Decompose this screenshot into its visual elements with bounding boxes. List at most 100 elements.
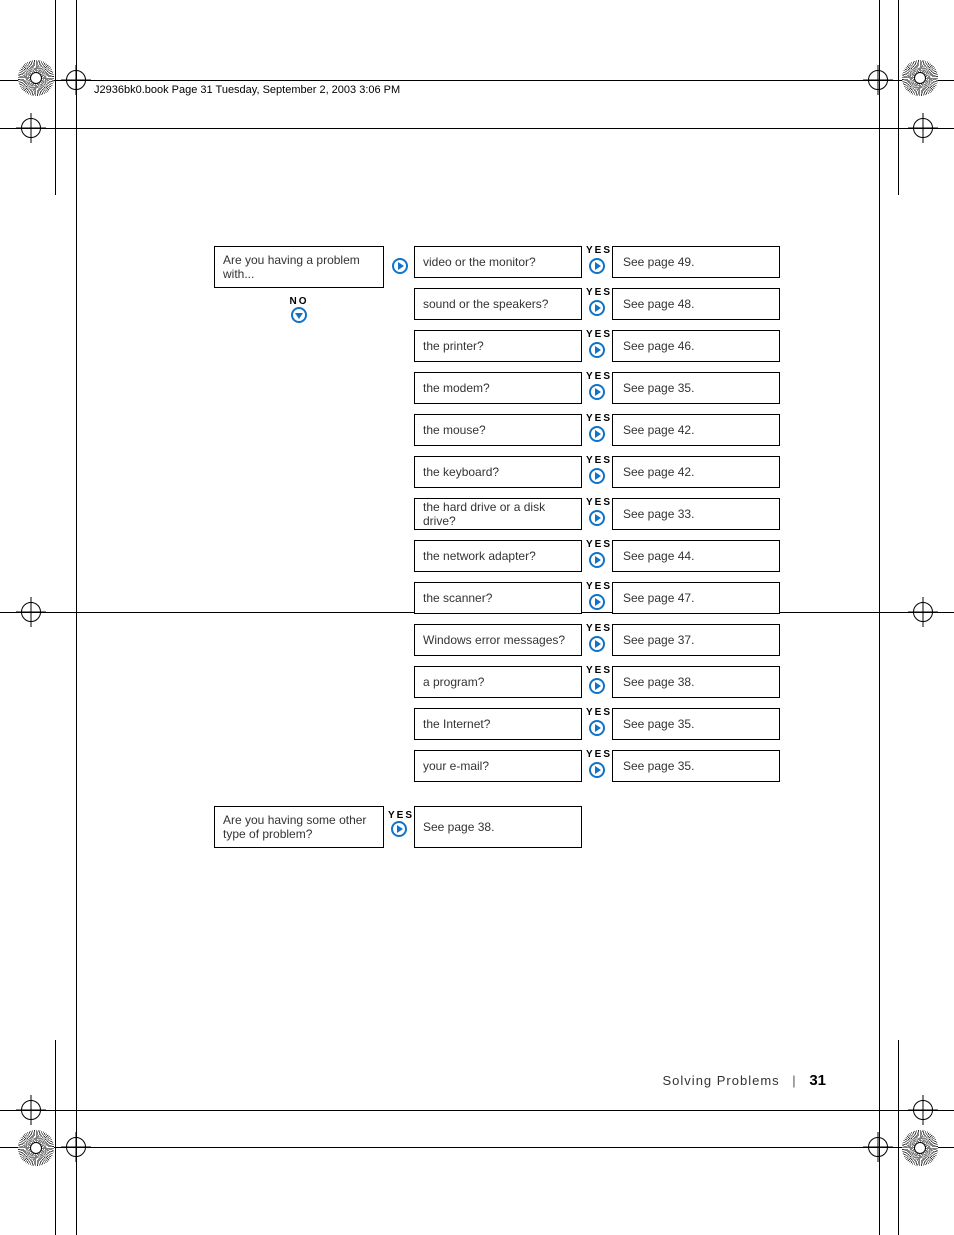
yes-branch: YES	[586, 708, 608, 739]
yes-branch: YES	[586, 750, 608, 781]
sub-question-box: your e-mail?	[414, 750, 582, 782]
arrow-right-icon	[589, 770, 605, 781]
yes-branch: YES	[586, 330, 608, 361]
sub-question-box: the Internet?	[414, 708, 582, 740]
sub-question-box: Windows error messages?	[414, 624, 582, 656]
answer-box: See page 42.	[612, 414, 780, 446]
no-branch: NO	[214, 296, 384, 326]
sub-question-box: a program?	[414, 666, 582, 698]
arrow-right-icon	[589, 560, 605, 571]
no-label: NO	[290, 296, 309, 307]
sub-question-box: the printer?	[414, 330, 582, 362]
crop-line	[0, 1147, 954, 1148]
crop-line	[898, 1040, 899, 1235]
footer-section: Solving Problems	[663, 1073, 780, 1088]
registration-star-icon	[902, 60, 938, 96]
yes-label: YES	[586, 666, 608, 676]
sub-question-box: the hard drive or a disk drive?	[414, 498, 582, 530]
yes-branch: YES	[586, 372, 608, 403]
question-box: Are you having some other type of proble…	[214, 806, 384, 848]
yes-label: YES	[586, 414, 608, 424]
arrow-down-icon	[291, 315, 307, 326]
yes-branch: YES	[586, 414, 608, 445]
footer-page-number: 31	[809, 1072, 826, 1089]
crop-target-icon	[913, 1100, 933, 1120]
answer-box: See page 46.	[612, 330, 780, 362]
registration-star-icon	[902, 1130, 938, 1166]
answer-box: See page 33.	[612, 498, 780, 530]
yes-branch: YES	[586, 246, 608, 277]
page: J2936bk0.book Page 31 Tuesday, September…	[0, 0, 954, 1235]
page-footer: Solving Problems | 31	[663, 1072, 826, 1089]
sub-question-box: the modem?	[414, 372, 582, 404]
arrow-right-icon	[589, 518, 605, 529]
sub-question-box: the scanner?	[414, 582, 582, 614]
yes-branch: YES	[586, 498, 608, 529]
yes-label: YES	[586, 288, 608, 298]
yes-label: YES	[586, 582, 608, 592]
yes-label: YES	[586, 246, 608, 256]
answer-box: See page 38.	[612, 666, 780, 698]
crop-line	[0, 80, 954, 81]
arrow-right-icon	[589, 308, 605, 319]
crop-target-icon	[21, 118, 41, 138]
sub-question-box: the keyboard?	[414, 456, 582, 488]
crop-target-icon	[21, 1100, 41, 1120]
answer-box: See page 48.	[612, 288, 780, 320]
yes-branch: YES	[586, 624, 608, 655]
yes-branch: YES	[586, 582, 608, 613]
arrow-right-icon	[589, 476, 605, 487]
arrow-right-icon	[589, 728, 605, 739]
crop-line	[76, 0, 77, 1235]
answer-box: See page 35.	[612, 750, 780, 782]
yes-branch: YES	[586, 288, 608, 319]
crop-line	[898, 0, 899, 195]
yes-label: YES	[586, 540, 608, 550]
answer-box: See page 37.	[612, 624, 780, 656]
yes-branch: YES	[388, 810, 410, 840]
answer-box: See page 49.	[612, 246, 780, 278]
yes-branch: YES	[586, 540, 608, 571]
registration-star-icon	[18, 60, 54, 96]
yes-label: YES	[586, 750, 608, 760]
sub-question-box: video or the monitor?	[414, 246, 582, 278]
crop-target-icon	[21, 602, 41, 622]
crop-target-icon	[66, 70, 86, 90]
arrow-right-icon	[589, 266, 605, 277]
crop-target-icon	[913, 118, 933, 138]
crop-target-icon	[868, 1137, 888, 1157]
arrow-right-icon	[589, 644, 605, 655]
crop-line	[0, 1110, 954, 1111]
arrow-right-icon	[391, 829, 407, 840]
crop-line	[55, 1040, 56, 1235]
question-box: Are you having a problem with...	[214, 246, 384, 288]
answer-box: See page 44.	[612, 540, 780, 572]
answer-box: See page 42.	[612, 456, 780, 488]
yes-branch: YES	[586, 666, 608, 697]
sub-question-box: the mouse?	[414, 414, 582, 446]
answer-box: See page 35.	[612, 708, 780, 740]
arrow-right-icon	[392, 258, 410, 276]
arrow-right-icon	[589, 434, 605, 445]
answer-box: See page 38.	[414, 806, 582, 848]
yes-label: YES	[586, 456, 608, 466]
sub-question-box: sound or the speakers?	[414, 288, 582, 320]
yes-label: YES	[586, 330, 608, 340]
answer-box: See page 47.	[612, 582, 780, 614]
header-stamp: J2936bk0.book Page 31 Tuesday, September…	[94, 84, 400, 96]
arrow-right-icon	[589, 686, 605, 697]
crop-line	[0, 128, 954, 129]
arrow-right-icon	[589, 602, 605, 613]
yes-label: YES	[586, 372, 608, 382]
crop-line	[879, 0, 880, 1235]
footer-separator: |	[792, 1073, 796, 1088]
crop-line	[55, 0, 56, 195]
yes-label: YES	[586, 708, 608, 718]
registration-star-icon	[18, 1130, 54, 1166]
sub-question-box: the network adapter?	[414, 540, 582, 572]
arrow-right-icon	[589, 350, 605, 361]
arrow-right-icon	[589, 392, 605, 403]
answer-box: See page 35.	[612, 372, 780, 404]
crop-target-icon	[66, 1137, 86, 1157]
yes-label: YES	[586, 498, 608, 508]
